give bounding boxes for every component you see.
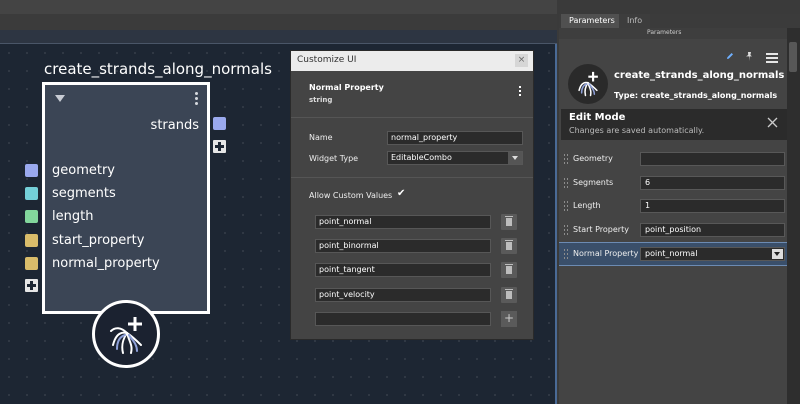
input-port-start-property[interactable] [25,234,38,247]
trash-icon[interactable] [501,287,517,303]
input-label-normal-property: normal_property [52,256,160,271]
hda-name: create_strands_along_normals [614,70,785,81]
node-menu-icon[interactable] [193,91,199,107]
scrollbar-thumb[interactable] [789,42,797,72]
hda-type: Type: create_strands_along_normals [614,91,778,100]
pin-icon[interactable] [745,52,753,61]
geometry-input[interactable] [640,152,785,166]
trash-icon[interactable] [501,262,517,278]
param-label: Geometry [573,154,613,163]
name-label: Name [309,133,333,142]
normal-property-value: point_normal [645,249,698,258]
app-window: create_strands_along_normals strands geo… [0,0,800,404]
input-port-normal-property[interactable] [25,257,38,270]
top-toolbar [0,0,557,14]
panel-header-strip: Parameters [559,28,787,39]
trash-icon[interactable] [501,238,517,254]
input-label-length: length [52,209,94,224]
property-menu-icon[interactable] [518,86,522,100]
drag-handle-icon[interactable] [564,201,568,211]
graph-header-bar [0,30,557,44]
value-input-2[interactable]: point_tangent [315,263,491,277]
widget-type-value: EditableCombo [391,153,452,162]
param-row-start-property: Start Property point_position [559,220,787,240]
divider [291,177,533,178]
param-label: Normal Property [573,249,639,258]
allow-custom-values-checkbox[interactable]: ✔ [397,188,405,199]
param-row-geometry: Geometry [559,149,787,169]
property-title: Normal Property [309,83,384,92]
param-row-normal-property[interactable]: Normal Property point_normal [559,242,787,266]
input-label-start-property: start_property [52,233,145,248]
output-port-strands[interactable] [213,117,226,130]
add-input-plus-icon[interactable] [25,279,38,292]
value-input-1[interactable]: point_binormal [315,239,491,253]
node-badge[interactable] [92,300,160,368]
hda-icon [568,64,608,104]
param-label: Segments [573,178,614,187]
widget-type-combo[interactable]: EditableCombo [387,151,523,165]
output-label-strands: strands [150,118,199,133]
normal-property-combo[interactable]: point_normal [640,247,785,261]
strands-hda-icon [110,317,142,354]
add-output-plus-icon[interactable] [213,140,226,153]
close-icon[interactable]: × [515,54,528,67]
dialog-titlebar[interactable]: Customize UI × [291,51,533,71]
input-label-geometry: geometry [52,163,116,178]
new-value-input[interactable] [315,312,491,326]
input-port-segments[interactable] [25,187,38,200]
start-property-input[interactable]: point_position [640,223,785,237]
strands-hda-icon [578,71,598,97]
divider [291,117,533,118]
length-input[interactable]: 1 [640,199,785,213]
edit-mode-banner: Edit Mode Changes are saved automaticall… [561,109,787,140]
param-row-segments: Segments 6 [559,173,787,193]
drag-handle-icon[interactable] [564,249,568,259]
drag-handle-icon[interactable] [564,154,568,164]
panel-strip-label: Parameters [647,29,682,36]
edit-mode-subtitle: Changes are saved automatically. [569,126,705,135]
node-title: create_strands_along_normals [44,60,272,78]
chevron-down-icon[interactable] [772,249,783,259]
add-value-button[interactable]: + [501,311,517,327]
hamburger-menu-icon[interactable] [766,53,778,63]
tab-parameters[interactable]: Parameters [561,14,623,28]
segments-input[interactable]: 6 [640,176,785,190]
secondary-toolbar [0,14,557,30]
dialog-title: Customize UI [297,55,357,65]
value-input-0[interactable]: point_normal [315,215,491,229]
drag-handle-icon[interactable] [564,178,568,188]
edit-mode-title: Edit Mode [569,112,626,123]
trash-icon[interactable] [501,214,517,230]
close-icon[interactable] [767,117,778,128]
name-input[interactable]: normal_property [387,131,523,145]
chevron-down-icon[interactable] [508,152,522,164]
param-label: Length [573,201,601,210]
input-label-segments: segments [52,186,116,201]
node-body[interactable]: strands geometry segments length start_p… [42,82,210,314]
pencil-icon[interactable] [726,52,734,60]
input-port-length[interactable] [25,210,38,223]
collapse-triangle-icon[interactable] [55,95,65,102]
panel-scrollbar[interactable] [787,28,800,404]
parameters-panel: Parameters Info Parameters create_strand… [559,14,800,404]
property-type: string [309,96,333,104]
input-port-geometry[interactable] [25,164,38,177]
param-row-length: Length 1 [559,196,787,216]
drag-handle-icon[interactable] [564,225,568,235]
tab-info[interactable]: Info [619,14,651,28]
allow-custom-values-label: Allow Custom Values [309,191,393,200]
widget-type-label: Widget Type [309,154,359,163]
value-input-3[interactable]: point_velocity [315,288,491,302]
customize-ui-dialog: Customize UI × Normal Property string Na… [290,50,534,340]
param-label: Start Property [573,225,629,234]
panel-tabs: Parameters Info [559,14,800,28]
